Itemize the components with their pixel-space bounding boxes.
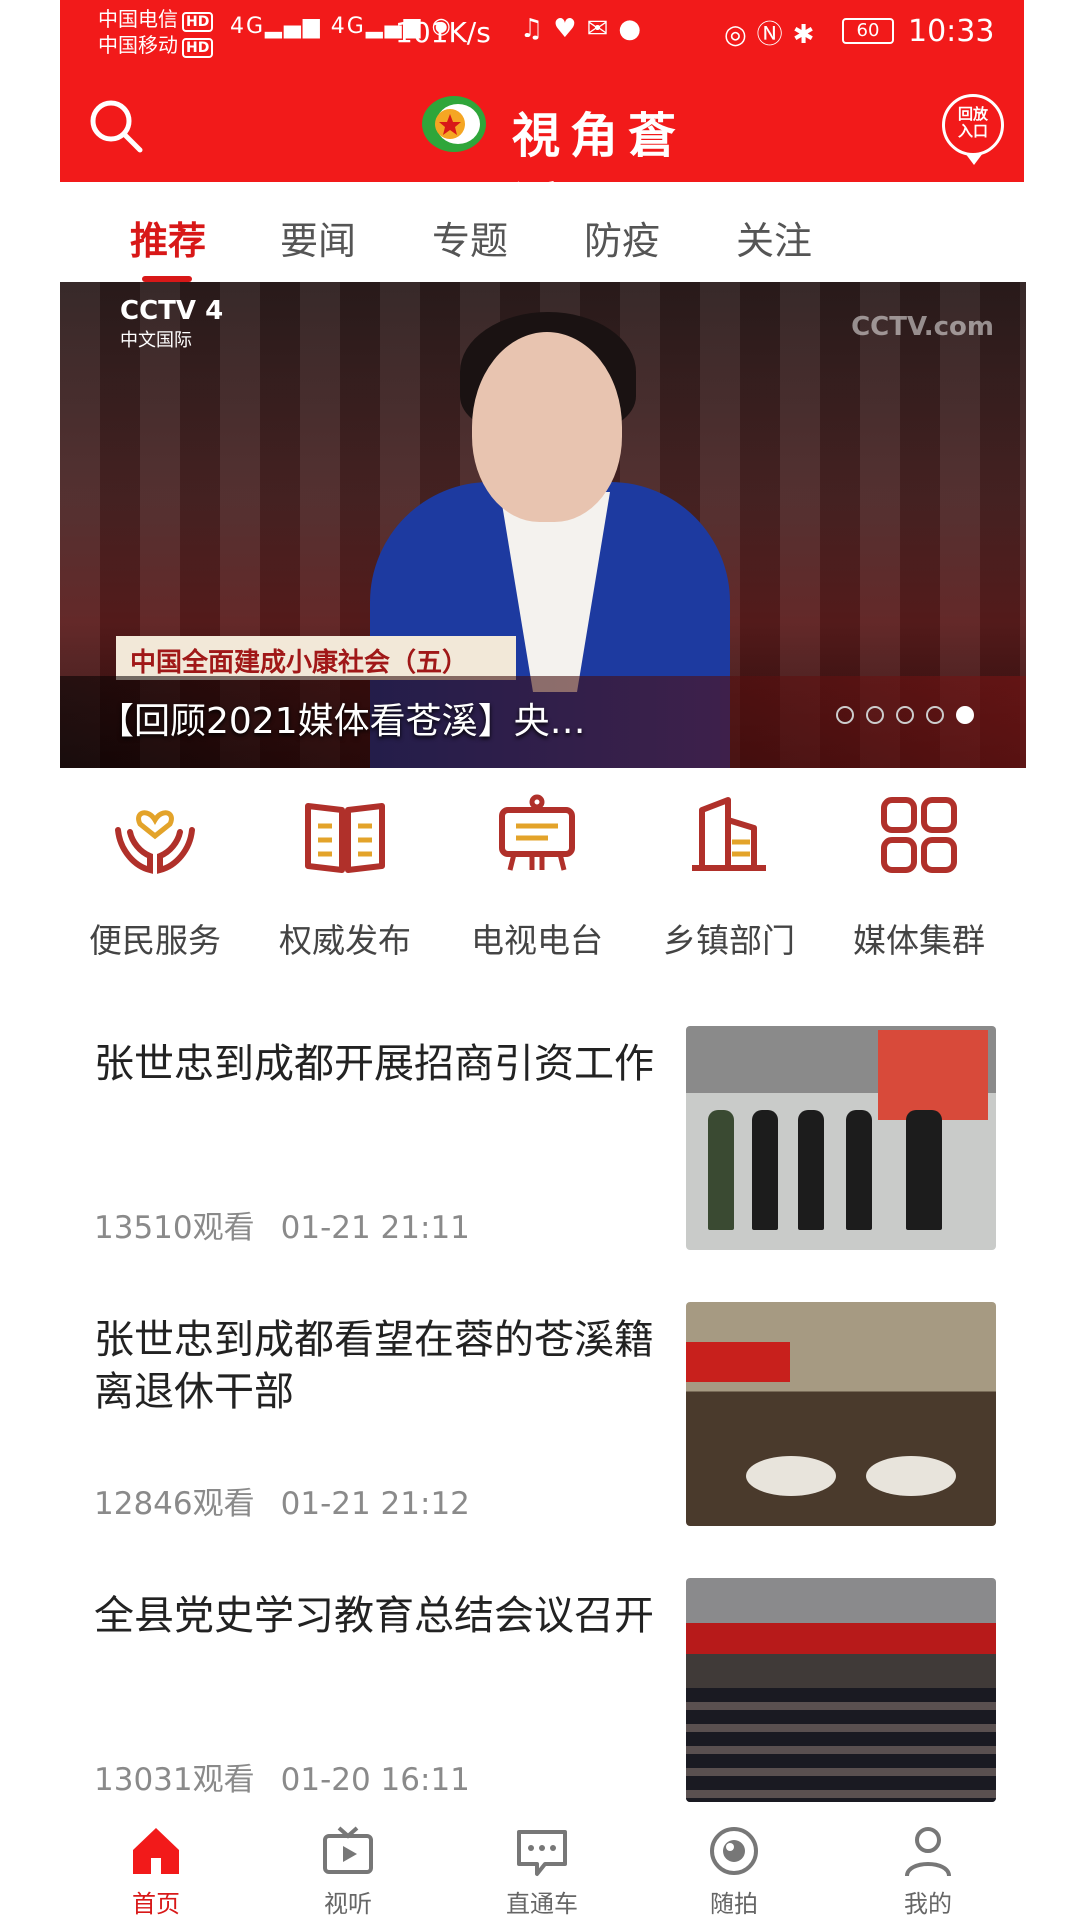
carousel-dot-active[interactable] [956, 706, 974, 724]
tab-headlines[interactable]: 要闻 [248, 210, 388, 265]
hd-badge: HD [182, 38, 214, 58]
carrier-info: 中国电信 HD 中国移动 HD [98, 6, 214, 58]
nav-media[interactable]: 视听 [288, 1824, 408, 1919]
bottom-nav: 首页 视听 直通车 随拍 我的 [60, 1814, 1024, 1920]
tab-recommend[interactable]: 推荐 [98, 210, 238, 265]
news-item[interactable]: 张世忠到成都开展招商引资工作 13510观看 01-21 21:11 [60, 1026, 1024, 1286]
tab-epidemic[interactable]: 防疫 [552, 210, 692, 265]
nav-profile-label: 我的 [904, 1890, 952, 1918]
news-thumbnail-person [798, 1110, 824, 1230]
news-title: 张世忠到成都开展招商引资工作 [94, 1041, 654, 1087]
quick-link-label: 乡镇部门 [663, 921, 795, 960]
banner-carousel[interactable]: CCTV 4 中文国际 CCTV.com 中国全面建成小康社会（五） 【回顾202… [60, 282, 1026, 768]
building-icon [692, 797, 766, 871]
nav-home-label: 首页 [132, 1890, 180, 1918]
chat-icon [517, 1830, 567, 1876]
view-count: 12846观看 [94, 1486, 255, 1522]
tv-icon [499, 794, 575, 871]
publish-date: 01-20 16:11 [280, 1762, 470, 1798]
carousel-dot[interactable] [866, 706, 884, 724]
logo-mark-icon [422, 96, 486, 152]
quick-link-label: 便民服务 [89, 921, 221, 960]
carousel-dot[interactable] [896, 706, 914, 724]
clock: 10:33 [908, 14, 995, 49]
news-item[interactable]: 张世忠到成都看望在蓉的苍溪籍离退休干部 12846观看 01-21 21:12 [60, 1302, 1024, 1562]
news-thumbnail [686, 1026, 996, 1250]
category-tabs: 推荐 要闻 专题 防疫 关注 [60, 182, 1024, 282]
nav-profile[interactable]: 我的 [868, 1824, 988, 1919]
tv-play-icon [323, 1826, 373, 1874]
watermark: CCTV.com [851, 312, 994, 342]
status-bar: 中国电信 HD 中国移动 HD 4G▂▄▆ 4G▂▄▆ ◉ 101K/s ♫♥✉● … [60, 0, 1024, 66]
news-thumbnail-person [708, 1110, 734, 1230]
hd-badge: HD [182, 12, 214, 32]
quick-link-towns[interactable]: 乡镇部门 [634, 790, 824, 962]
quick-link-label: 电视电台 [471, 921, 603, 960]
news-thumbnail-person [846, 1110, 872, 1230]
top-header: 中国电信 HD 中国移动 HD 4G▂▄▆ 4G▂▄▆ ◉ 101K/s ♫♥✉● … [60, 0, 1024, 234]
nav-media-label: 视听 [324, 1890, 372, 1918]
tab-follow[interactable]: 关注 [704, 210, 844, 265]
quick-link-label: 权威发布 [279, 921, 411, 960]
heart-hands-icon [115, 810, 195, 874]
news-meta: 13031观看 01-20 16:11 [94, 1754, 496, 1799]
publish-date: 01-21 21:11 [280, 1210, 470, 1246]
open-book-icon [305, 803, 385, 873]
camera-lens-icon [710, 1827, 758, 1875]
app-logo: 視角蒼溪 [420, 90, 720, 234]
news-title: 张世忠到成都看望在蓉的苍溪籍离退休干部 [94, 1317, 654, 1415]
grid-icon [881, 797, 957, 873]
news-meta: 13510观看 01-21 21:11 [94, 1202, 496, 1247]
carousel-dots [836, 706, 986, 728]
view-count: 13031观看 [94, 1762, 255, 1798]
news-thumbnail [686, 1578, 996, 1802]
network-speed: 101K/s [395, 16, 491, 49]
carousel-dot[interactable] [926, 706, 944, 724]
nav-home[interactable]: 首页 [96, 1824, 216, 1919]
replay-entry-button[interactable]: 回放 入口 [942, 94, 1004, 165]
quick-links: 便民服务 权威发布 电视电台 乡镇部门 媒体集群 [60, 790, 1024, 970]
carrier-2: 中国移动 [98, 33, 178, 57]
quick-link-label: 媒体集群 [853, 921, 985, 960]
news-item[interactable]: 全县党史学习教育总结会议召开 13031观看 01-20 16:11 [60, 1578, 1024, 1838]
nav-snapshot-label: 随拍 [710, 1890, 758, 1918]
carrier-1: 中国电信 [98, 7, 178, 31]
news-thumbnail-person [752, 1110, 778, 1230]
lower-third: 中国全面建成小康社会（五） [116, 636, 516, 680]
quick-link-tv-radio[interactable]: 电视电台 [442, 790, 632, 962]
notification-icons: ♫♥✉● [520, 14, 652, 44]
quick-link-releases[interactable]: 权威发布 [250, 790, 440, 962]
system-icons: ◎Ⓝ✱ [724, 20, 825, 50]
news-title: 全县党史学习教育总结会议召开 [94, 1593, 654, 1639]
news-thumbnail-map [878, 1030, 988, 1120]
quick-link-media[interactable]: 媒体集群 [824, 790, 1014, 962]
news-meta: 12846观看 01-21 21:12 [94, 1478, 496, 1523]
search-icon[interactable] [86, 96, 146, 156]
news-thumbnail-table [746, 1456, 836, 1496]
channel-logo: CCTV 4 中文国际 [120, 296, 224, 351]
app-root: 中国电信 HD 中国移动 HD 4G▂▄▆ 4G▂▄▆ ◉ 101K/s ♫♥✉● … [0, 0, 1080, 1920]
quick-link-services[interactable]: 便民服务 [60, 790, 250, 962]
news-thumbnail-audience [686, 1688, 996, 1802]
nav-express[interactable]: 直通车 [482, 1824, 602, 1919]
banner-caption: 【回顾2021媒体看苍溪】央… [98, 701, 586, 742]
news-thumbnail-person [906, 1110, 942, 1230]
banner-anchor-head [472, 332, 622, 522]
carousel-dot[interactable] [836, 706, 854, 724]
nav-snapshot[interactable]: 随拍 [674, 1824, 794, 1919]
news-thumbnail [686, 1302, 996, 1526]
battery-icon: 60 [842, 18, 894, 44]
news-thumbnail-sign [686, 1342, 790, 1382]
view-count: 13510观看 [94, 1210, 255, 1246]
news-thumbnail-table [866, 1456, 956, 1496]
publish-date: 01-21 21:12 [280, 1486, 470, 1522]
tab-topics[interactable]: 专题 [400, 210, 540, 265]
user-icon [905, 1827, 951, 1877]
nav-express-label: 直通车 [506, 1890, 578, 1918]
home-icon [133, 1828, 179, 1874]
